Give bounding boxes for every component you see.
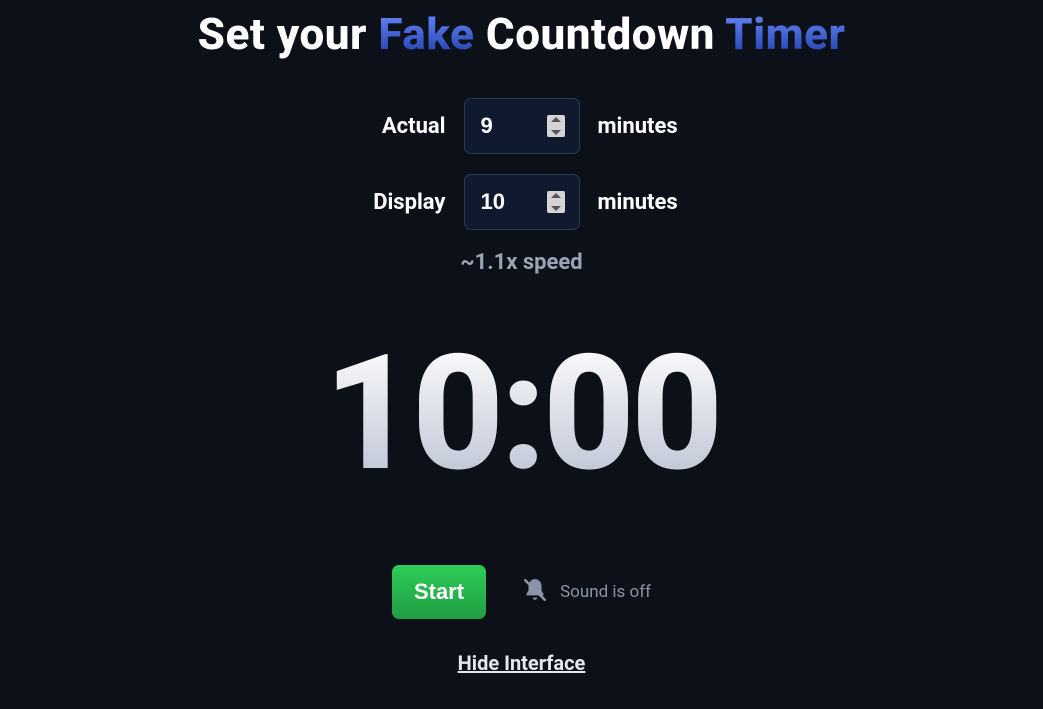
actual-stepper[interactable] bbox=[547, 115, 565, 137]
start-button[interactable]: Start bbox=[392, 565, 486, 619]
bell-off-icon bbox=[522, 577, 548, 608]
chevron-down-icon[interactable] bbox=[551, 130, 561, 135]
display-row: Display minutes bbox=[0, 174, 1043, 230]
display-stepper[interactable] bbox=[547, 191, 565, 213]
actual-unit: minutes bbox=[598, 114, 698, 139]
chevron-up-icon[interactable] bbox=[551, 117, 561, 122]
sound-toggle[interactable]: Sound is off bbox=[522, 577, 651, 608]
sound-label: Sound is off bbox=[560, 582, 651, 602]
settings-form: Actual minutes Display minutes ~1.1x spe… bbox=[0, 98, 1043, 275]
display-unit: minutes bbox=[598, 190, 698, 215]
chevron-up-icon[interactable] bbox=[551, 193, 561, 198]
page-title: Set your Fake Countdown Timer bbox=[0, 0, 1043, 60]
title-accent-2: Timer bbox=[725, 8, 845, 60]
hide-interface-link[interactable]: Hide Interface bbox=[0, 651, 1043, 675]
speed-indicator: ~1.1x speed bbox=[0, 250, 1043, 275]
timer-display: 10:00 bbox=[0, 335, 1043, 495]
display-input-wrap[interactable] bbox=[464, 174, 580, 230]
chevron-down-icon[interactable] bbox=[551, 206, 561, 211]
title-text-1: Set your bbox=[198, 8, 379, 60]
controls-row: Start Sound is off bbox=[0, 565, 1043, 619]
actual-input-wrap[interactable] bbox=[464, 98, 580, 154]
display-input[interactable] bbox=[465, 189, 539, 215]
actual-input[interactable] bbox=[465, 113, 539, 139]
title-text-2: Countdown bbox=[474, 8, 725, 60]
actual-label: Actual bbox=[346, 114, 446, 139]
display-label: Display bbox=[346, 190, 446, 215]
title-accent-1: Fake bbox=[378, 8, 474, 60]
actual-row: Actual minutes bbox=[0, 98, 1043, 154]
